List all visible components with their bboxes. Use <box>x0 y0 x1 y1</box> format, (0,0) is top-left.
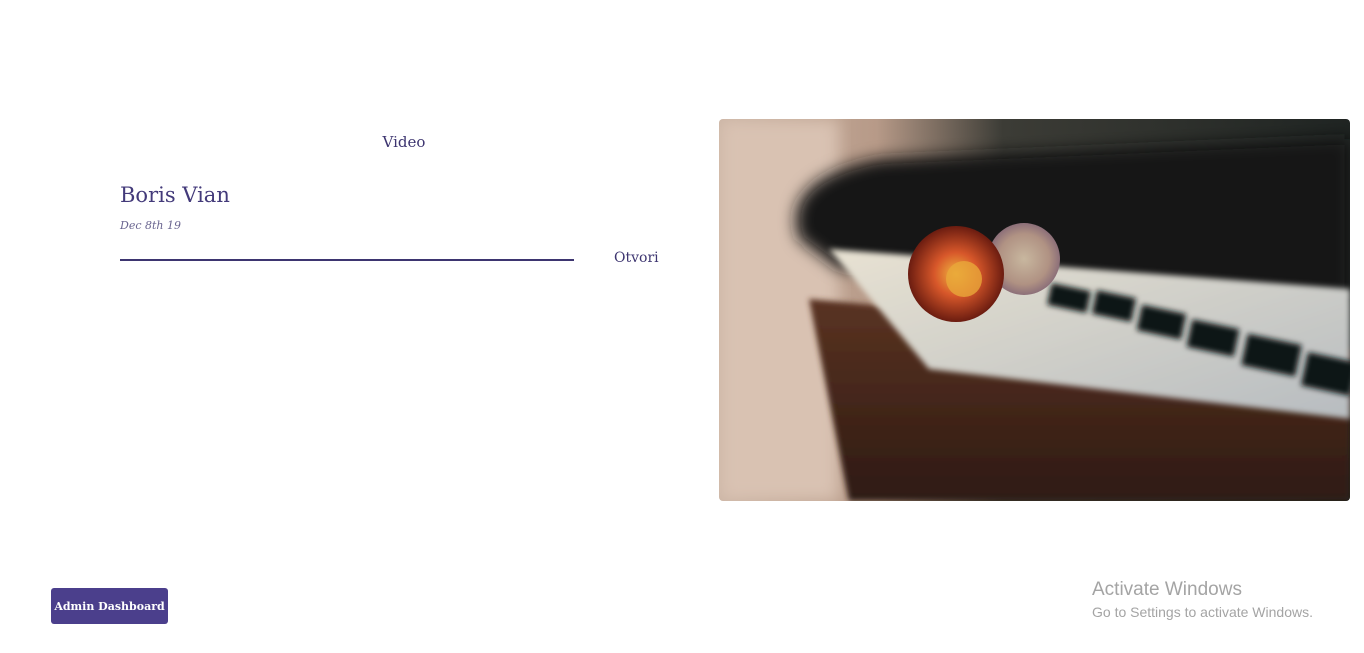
watermark-title: Activate Windows <box>1092 579 1242 600</box>
divider-line <box>120 259 574 261</box>
post-date: Dec 8th 19 <box>120 219 181 232</box>
activate-windows-watermark: Activate Windows Go to Settings to activ… <box>1092 579 1313 623</box>
post-title: Boris Vian <box>120 183 230 207</box>
post-image[interactable] <box>719 119 1350 501</box>
open-link[interactable]: Otvori <box>614 250 659 266</box>
category-link[interactable]: Video <box>360 133 448 151</box>
admin-dashboard-button[interactable]: Admin Dashboard <box>51 588 168 624</box>
watermark-subtitle: Go to Settings to activate Windows. <box>1092 604 1313 620</box>
